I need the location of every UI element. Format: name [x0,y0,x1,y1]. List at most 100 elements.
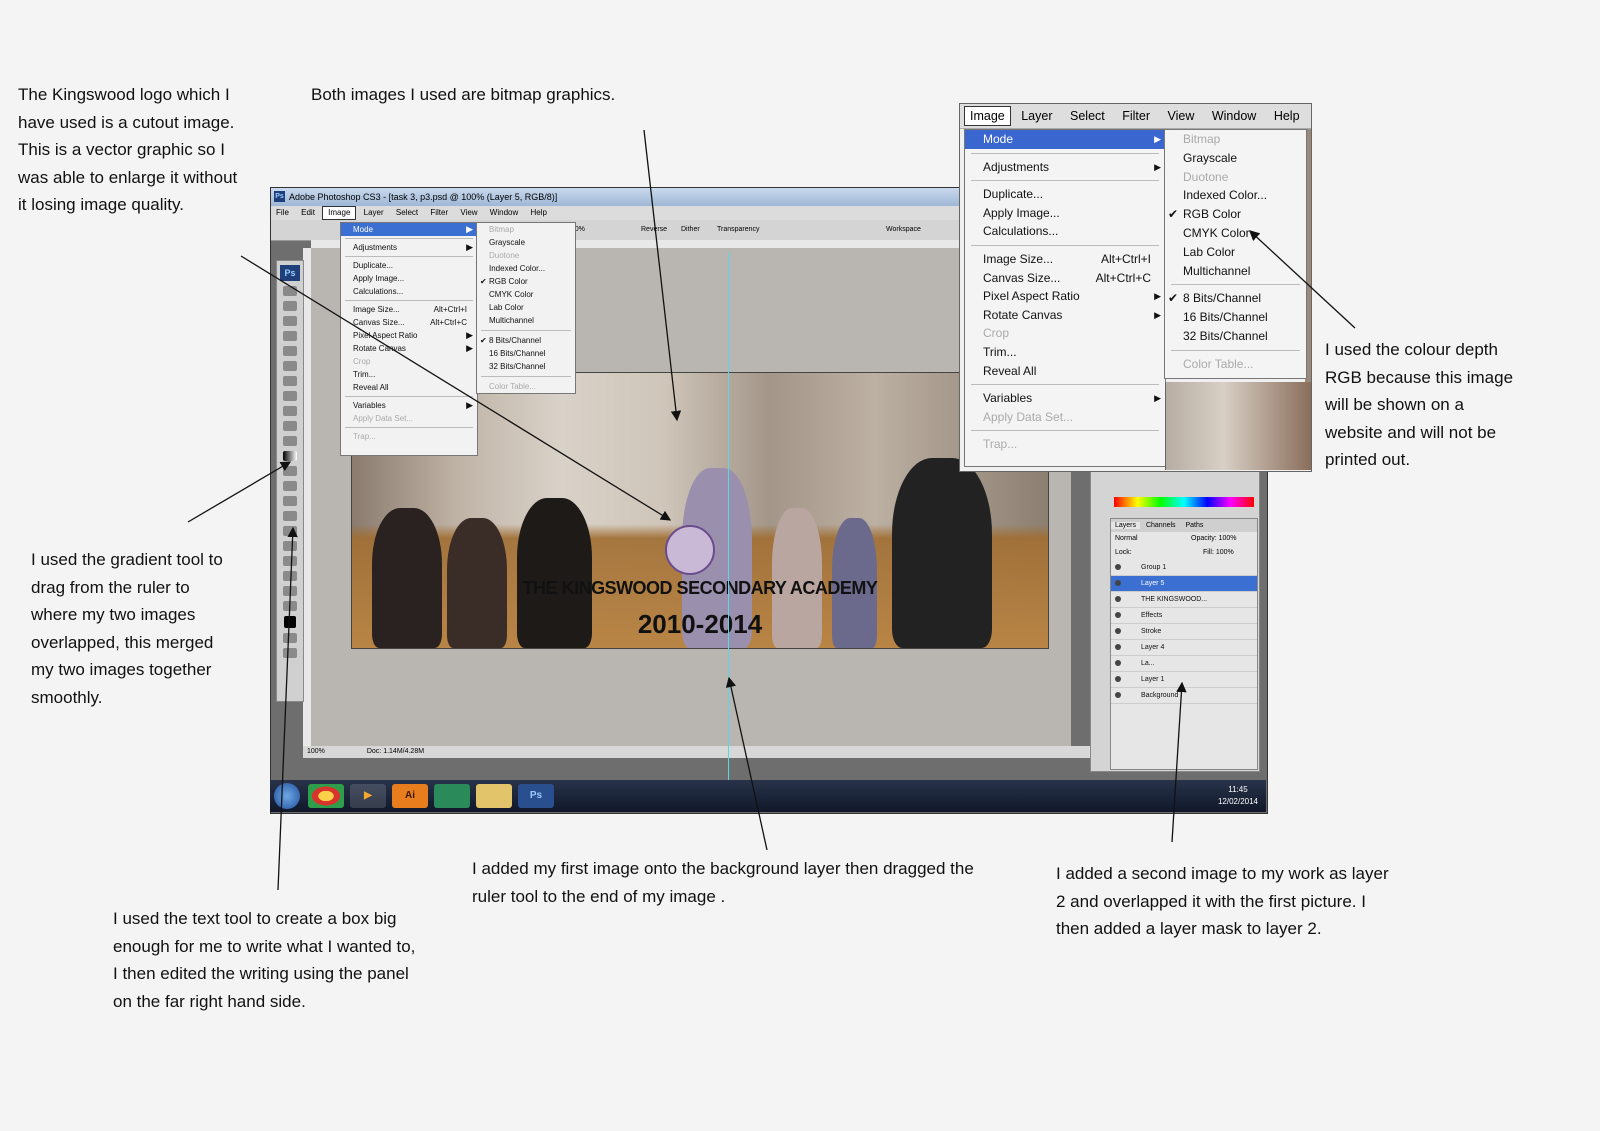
slice-tool-icon[interactable] [283,361,297,371]
media-player-taskbar-icon[interactable]: ▶ [350,784,386,808]
menu-item-16-bits-channel[interactable]: 16 Bits/Channel [477,347,575,360]
layer-row[interactable]: La... [1111,656,1257,672]
quick-mask-icon[interactable] [283,633,297,643]
menu-filter[interactable]: Filter [425,206,453,220]
start-button[interactable] [274,783,300,809]
menu-item-apply-image[interactable]: Apply Image... [341,272,477,285]
menu-item-reveal-all[interactable]: Reveal All [965,362,1165,381]
visibility-eye-icon[interactable] [1115,676,1121,682]
menu-item-variables[interactable]: Variables ▶ [965,389,1165,408]
visibility-eye-icon[interactable] [1115,580,1121,586]
ruler-guide-line[interactable] [728,252,729,812]
menu-item-8-bits-channel[interactable]: ✔ 8 Bits/Channel [477,334,575,347]
menu-item-duplicate[interactable]: Duplicate... [965,185,1165,204]
visibility-eye-icon[interactable] [1115,660,1121,666]
layer-row[interactable]: THE KINGSWOOD... [1111,592,1257,608]
chrome-taskbar-icon[interactable] [308,784,344,808]
dodge-tool-icon[interactable] [283,481,297,491]
photoshop-taskbar-icon[interactable]: Ps [518,784,554,808]
crop-tool-icon[interactable] [283,346,297,356]
menu-item-multichannel[interactable]: Multichannel [1165,262,1306,281]
path-select-tool-icon[interactable] [283,526,297,536]
type-tool-icon[interactable] [283,511,297,521]
menu-item-canvas-size[interactable]: Canvas Size... Alt+Ctrl+C [341,316,477,329]
layer-row[interactable]: Background [1111,688,1257,704]
publisher-taskbar-icon[interactable] [434,784,470,808]
zoom-menu-select[interactable]: Select [1063,104,1112,128]
layer-row[interactable]: Effects [1111,608,1257,624]
zoom-level[interactable]: 100% [307,748,325,755]
layer-row[interactable]: Layer 5 [1111,576,1257,592]
menu-edit[interactable]: Edit [296,206,320,220]
menu-item-mode[interactable]: Mode ▶ [965,130,1165,149]
menu-item-apply-image[interactable]: Apply Image... [965,204,1165,223]
menu-item-pixel-aspect-ratio[interactable]: Pixel Aspect Ratio ▶ [965,287,1165,306]
menu-item-cmyk-color[interactable]: CMYK Color [477,288,575,301]
menu-layer[interactable]: Layer [359,206,389,220]
menu-item-calculations[interactable]: Calculations... [341,285,477,298]
menu-item-grayscale[interactable]: Grayscale [1165,149,1306,168]
visibility-eye-icon[interactable] [1115,612,1121,618]
menu-help[interactable]: Help [525,206,551,220]
menu-item-16-bits-channel[interactable]: 16 Bits/Channel [1165,308,1306,327]
layer-row[interactable]: Layer 4 [1111,640,1257,656]
menu-item-rgb-color[interactable]: ✔ RGB Color [1165,205,1306,224]
menu-item-grayscale[interactable]: Grayscale [477,236,575,249]
visibility-eye-icon[interactable] [1115,596,1121,602]
menu-item-indexed-color[interactable]: Indexed Color... [1165,186,1306,205]
lasso-tool-icon[interactable] [283,316,297,326]
menu-item-adjustments[interactable]: Adjustments ▶ [341,241,477,254]
blend-mode-select[interactable]: Normal [1115,535,1138,542]
folder-taskbar-icon[interactable] [476,784,512,808]
menu-item-trim[interactable]: Trim... [341,368,477,381]
move-tool-icon[interactable] [283,286,297,296]
menu-item-rgb-color[interactable]: ✔ RGB Color [477,275,575,288]
menu-item-rotate-canvas[interactable]: Rotate Canvas ▶ [341,342,477,355]
menu-item-indexed-color[interactable]: Indexed Color... [477,262,575,275]
visibility-eye-icon[interactable] [1115,564,1121,570]
menu-item-adjustments[interactable]: Adjustments ▶ [965,158,1165,177]
visibility-eye-icon[interactable] [1115,692,1121,698]
menu-item-image-size[interactable]: Image Size... Alt+Ctrl+I [341,303,477,316]
reverse-checkbox[interactable]: Reverse [641,220,667,240]
menu-item-mode[interactable]: Mode ▶ [341,223,477,236]
menu-file[interactable]: File [271,206,294,220]
menu-window[interactable]: Window [485,206,523,220]
eraser-tool-icon[interactable] [283,436,297,446]
tab-layers[interactable]: Layers [1111,522,1141,529]
color-spectrum-bar[interactable] [1114,497,1254,507]
stamp-tool-icon[interactable] [283,406,297,416]
menu-item-pixel-aspect-ratio[interactable]: Pixel Aspect Ratio ▶ [341,329,477,342]
menu-select[interactable]: Select [391,206,423,220]
menu-item-lab-color[interactable]: Lab Color [477,301,575,314]
layer-row[interactable]: Layer 1 [1111,672,1257,688]
blur-tool-icon[interactable] [283,466,297,476]
menu-item-8-bits-channel[interactable]: ✔ 8 Bits/Channel [1165,289,1306,308]
menu-item-duplicate[interactable]: Duplicate... [341,259,477,272]
zoom-menu-image[interactable]: Image [964,106,1011,126]
zoom-menu-window[interactable]: Window [1205,104,1263,128]
system-clock[interactable]: 11:45 12/02/2014 [1218,784,1258,808]
menu-item-rotate-canvas[interactable]: Rotate Canvas ▶ [965,306,1165,325]
screen-mode-icon[interactable] [283,648,297,658]
notes-tool-icon[interactable] [283,556,297,566]
magic-wand-tool-icon[interactable] [283,331,297,341]
fill-field[interactable]: Fill: 100% [1203,546,1234,560]
pen-tool-icon[interactable] [283,496,297,506]
dither-checkbox[interactable]: Dither [681,220,700,240]
opacity-field[interactable]: Opacity: 100% [1191,532,1237,546]
gradient-tool-icon[interactable] [283,451,297,461]
marquee-tool-icon[interactable] [283,301,297,311]
menu-item-32-bits-channel[interactable]: 32 Bits/Channel [1165,327,1306,346]
visibility-eye-icon[interactable] [1115,644,1121,650]
hand-tool-icon[interactable] [283,586,297,596]
menu-item-calculations[interactable]: Calculations... [965,222,1165,241]
menu-item-32-bits-channel[interactable]: 32 Bits/Channel [477,360,575,373]
menu-item-canvas-size[interactable]: Canvas Size... Alt+Ctrl+C [965,269,1165,288]
layer-row[interactable]: Stroke [1111,624,1257,640]
foreground-color-swatch[interactable] [284,616,296,628]
zoom-menu-filter[interactable]: Filter [1115,104,1157,128]
brush-tool-icon[interactable] [283,391,297,401]
illustrator-taskbar-icon[interactable]: Ai [392,784,428,808]
workspace-button[interactable]: Workspace [886,220,921,240]
